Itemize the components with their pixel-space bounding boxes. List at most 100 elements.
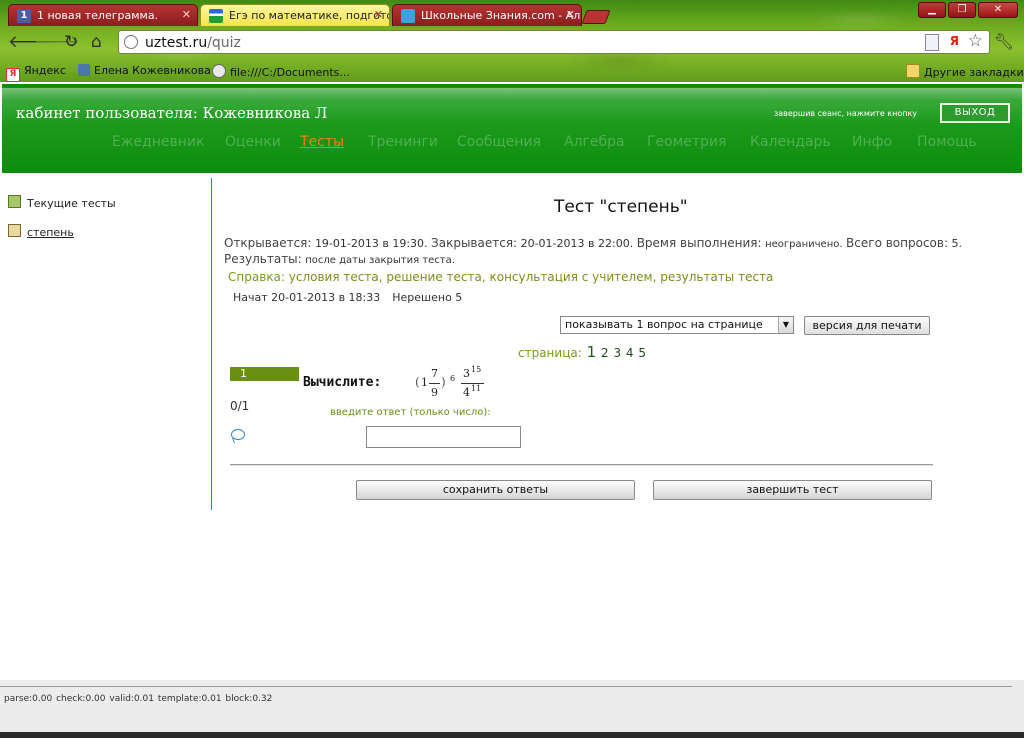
bookmark-star-icon[interactable]: ☆ — [968, 31, 983, 51]
page-link-5[interactable]: 5 — [638, 346, 646, 360]
globe-icon — [124, 35, 138, 49]
comment-icon[interactable] — [231, 429, 245, 440]
unsolved-text: Нерешено 5 — [392, 291, 463, 304]
formula-frac-num: 7 — [431, 367, 438, 380]
sidebar-item-label: Текущие тесты — [27, 197, 116, 210]
pagination: страница: 1 2 3 4 5 — [518, 343, 646, 361]
print-version-button[interactable]: версия для печати — [804, 316, 930, 335]
other-bookmarks[interactable]: Другие закладки — [906, 64, 1024, 79]
tab-label: 1 новая телеграмма. — [37, 9, 159, 22]
cabinet-title: кабинет пользователя: Кожевникова Л — [16, 104, 328, 122]
vk-icon — [78, 64, 90, 76]
formula-den-exp: 11 — [471, 384, 482, 393]
sidebar-divider — [211, 178, 212, 510]
save-answers-button[interactable]: сохранить ответы — [356, 480, 635, 500]
questions-label: Всего вопросов: — [846, 236, 948, 250]
new-tab-button[interactable] — [581, 10, 611, 24]
reload-icon[interactable]: ↻ — [64, 32, 78, 52]
page-link-4[interactable]: 4 — [626, 346, 634, 360]
tab-close-icon[interactable]: ✕ — [374, 8, 383, 21]
tab-close-icon[interactable]: ✕ — [566, 8, 575, 21]
maximize-icon[interactable]: ❐ — [948, 2, 976, 18]
znanija-favicon-icon — [401, 9, 415, 23]
render-stats: parse:0.00 check:0.00 valid:0.01 templat… — [4, 694, 273, 704]
footer-divider — [0, 686, 1012, 687]
page-label: страница: — [518, 346, 582, 360]
window-controls: ▁ ❐ ✕ — [918, 2, 1018, 18]
formula-num-base: 3 — [463, 367, 470, 380]
nav-messages[interactable]: Сообщения — [457, 134, 541, 150]
duration-label: Время выполнения: — [636, 236, 762, 250]
yandex-icon: Я — [6, 68, 20, 82]
nav-algebra[interactable]: Алгебра — [564, 134, 625, 150]
nav-diary[interactable]: Ежедневник — [112, 134, 204, 150]
folder-icon — [906, 64, 920, 78]
nav-info[interactable]: Инфо — [852, 134, 892, 150]
page-link-1[interactable]: 1 — [587, 343, 597, 361]
page-title: Тест "степень" — [554, 197, 688, 217]
header-shine — [2, 88, 1022, 102]
nav-trainings[interactable]: Тренинги — [368, 134, 438, 150]
tab-label: Егэ по математике, подготов — [229, 9, 390, 22]
results-label: Результаты: — [224, 252, 302, 266]
link-test-conditions[interactable]: условия теста — [289, 270, 379, 284]
formula-frac-bar — [429, 383, 440, 384]
page-link-3[interactable]: 3 — [613, 346, 621, 360]
question-score: 0/1 — [230, 399, 250, 413]
finish-test-button[interactable]: завершить тест — [653, 480, 932, 500]
logout-hint: завершив сеанс, нажмите кнопку — [774, 109, 918, 118]
divider — [230, 464, 933, 466]
sidebar-item-current-tests[interactable]: Текущие тесты — [8, 195, 116, 210]
nav-calendar[interactable]: Календарь — [750, 134, 831, 150]
formula-power: 6 — [450, 374, 456, 383]
page-icon[interactable] — [925, 34, 939, 51]
browser-chrome: 1 1 новая телеграмма. ✕ Егэ по математик… — [0, 0, 1024, 82]
nav-geometry[interactable]: Геометрия — [647, 134, 726, 150]
sidebar-item-stepen[interactable]: степень — [8, 224, 74, 239]
nav-tests[interactable]: Тесты — [300, 134, 344, 150]
book-icon — [8, 224, 21, 237]
formula-den-base: 4 — [463, 386, 470, 399]
tab-znanija[interactable]: Школьные Знания.com - Алге ✕ — [392, 4, 582, 26]
home-icon[interactable]: ⌂ — [91, 32, 102, 52]
taskbar-edge — [0, 732, 1024, 738]
chevron-down-icon[interactable]: ▼ — [778, 317, 793, 333]
bookmark-vk[interactable]: Елена Кожевникова — [78, 64, 211, 77]
bookmark-yandex[interactable]: Я Яндекс — [6, 64, 66, 82]
opens-label: Открывается: — [224, 236, 312, 250]
address-bar[interactable]: uztest.ru/quiz Я ☆ — [118, 30, 990, 54]
yandex-icon[interactable]: Я — [950, 34, 959, 48]
tab-close-icon[interactable]: ✕ — [182, 8, 191, 21]
formula-num-exp: 15 — [471, 365, 482, 374]
bookmark-file[interactable]: file:///C:/Documents... — [212, 64, 350, 79]
formula-close-paren: ) — [441, 375, 446, 389]
closes-value: 20-01-2013 в 22:00. — [520, 237, 634, 250]
link-teacher-consultation[interactable]: консультация с учителем — [490, 270, 653, 284]
window-close-icon[interactable]: ✕ — [978, 2, 1018, 18]
tab-uztest[interactable]: Егэ по математике, подготов ✕ — [200, 4, 390, 26]
link-test-solution[interactable]: решение теста — [386, 270, 482, 284]
page-link-2[interactable]: 2 — [601, 346, 609, 360]
attempt-status: Начат 20-01-2013 в 18:33 Нерешено 5 — [233, 291, 462, 304]
link-test-results[interactable]: результаты теста — [660, 270, 773, 284]
nav-help[interactable]: Помощь — [917, 134, 977, 150]
quiz-info: Открывается: 19-01-2013 в 19:30. Закрыва… — [224, 236, 1004, 268]
footer: parse:0.00 check:0.00 valid:0.01 templat… — [0, 680, 1024, 732]
formula-whole: 1 — [421, 376, 428, 389]
results-value: после даты закрытия теста. — [305, 255, 455, 266]
logout-button[interactable]: ВЫХОД — [940, 103, 1010, 123]
help-label: Справка: — [228, 270, 285, 284]
nav-grades[interactable]: Оценки — [225, 134, 281, 150]
url-text: uztest.ru/quiz — [145, 35, 241, 51]
questions-per-page-select[interactable]: показывать 1 вопрос на странице ▼ — [560, 316, 794, 334]
telegram-favicon-icon: 1 — [17, 9, 31, 23]
help-links: Справка: условия теста, решение теста, к… — [228, 270, 774, 284]
sidebar: Текущие тесты степень — [0, 178, 210, 510]
opens-value: 19-01-2013 в 19:30. — [314, 237, 428, 250]
minimize-icon[interactable]: ▁ — [918, 2, 946, 18]
tab-telegram[interactable]: 1 1 новая телеграмма. ✕ — [8, 4, 198, 26]
uztest-favicon-icon — [209, 9, 223, 23]
questions-value: 5. — [951, 237, 963, 250]
wrench-icon[interactable]: 🔧︎ — [994, 32, 1014, 51]
answer-input[interactable] — [366, 426, 521, 448]
